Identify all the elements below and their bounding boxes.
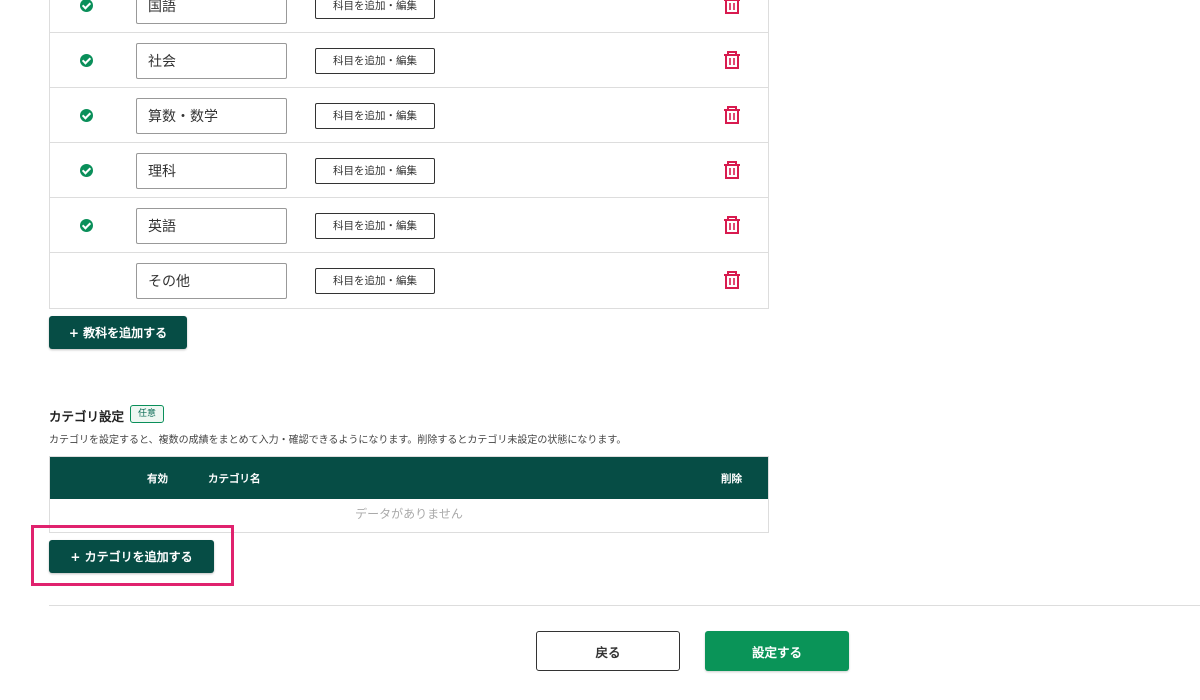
submit-button[interactable]: 設定する xyxy=(705,631,849,671)
trash-icon[interactable] xyxy=(723,160,741,180)
category-section-title: カテゴリ設定 xyxy=(49,409,125,424)
subject-row: 科目を追加・編集 xyxy=(50,143,768,198)
subject-name-input[interactable] xyxy=(136,263,287,299)
subject-name-input[interactable] xyxy=(136,0,287,24)
trash-icon[interactable] xyxy=(723,215,741,235)
subject-row: 科目を追加・編集 xyxy=(50,198,768,253)
edit-subjects-button[interactable]: 科目を追加・編集 xyxy=(315,213,435,239)
subject-name-input[interactable] xyxy=(136,208,287,244)
header-category-name: カテゴリ名 xyxy=(208,473,261,485)
trash-icon[interactable] xyxy=(723,270,741,290)
check-circle-icon xyxy=(80,0,93,12)
subject-row: 科目を追加・編集 xyxy=(50,0,768,33)
trash-icon[interactable] xyxy=(723,105,741,125)
back-button[interactable]: 戻る xyxy=(536,631,680,671)
check-circle-icon xyxy=(80,54,93,67)
add-category-button[interactable]: + カテゴリを追加する xyxy=(49,540,214,573)
category-description: カテゴリを設定すると、複数の成績をまとめて入力・確認できるようになります。削除す… xyxy=(49,435,627,446)
category-table-header: 有効 カテゴリ名 削除 xyxy=(50,457,768,499)
trash-icon[interactable] xyxy=(723,0,741,15)
edit-subjects-button[interactable]: 科目を追加・編集 xyxy=(315,103,435,129)
header-active: 有効 xyxy=(147,473,168,485)
add-subject-button[interactable]: + 教科を追加する xyxy=(49,316,187,349)
edit-subjects-button[interactable]: 科目を追加・編集 xyxy=(315,158,435,184)
edit-subjects-button[interactable]: 科目を追加・編集 xyxy=(315,48,435,74)
check-circle-icon xyxy=(80,164,93,177)
edit-subjects-button[interactable]: 科目を追加・編集 xyxy=(315,0,435,19)
subject-row: 科目を追加・編集 xyxy=(50,33,768,88)
trash-icon[interactable] xyxy=(723,50,741,70)
subject-row: 科目を追加・編集 xyxy=(50,88,768,143)
header-delete: 削除 xyxy=(721,473,742,485)
subject-name-input[interactable] xyxy=(136,43,287,79)
footer-divider xyxy=(49,605,1200,606)
check-circle-icon xyxy=(80,109,93,122)
subject-name-input[interactable] xyxy=(136,153,287,189)
optional-badge: 任意 xyxy=(130,405,165,423)
subject-name-input[interactable] xyxy=(136,98,287,134)
check-circle-icon xyxy=(80,219,93,232)
edit-subjects-button[interactable]: 科目を追加・編集 xyxy=(315,268,435,294)
category-table: 有効 カテゴリ名 削除 データがありません xyxy=(49,456,769,533)
subject-row: 科目を追加・編集 xyxy=(50,253,768,308)
subject-table: 科目を追加・編集 科目を追加・編集 科目を追加・編集 科目を追加・編集 科目を追… xyxy=(49,0,769,309)
